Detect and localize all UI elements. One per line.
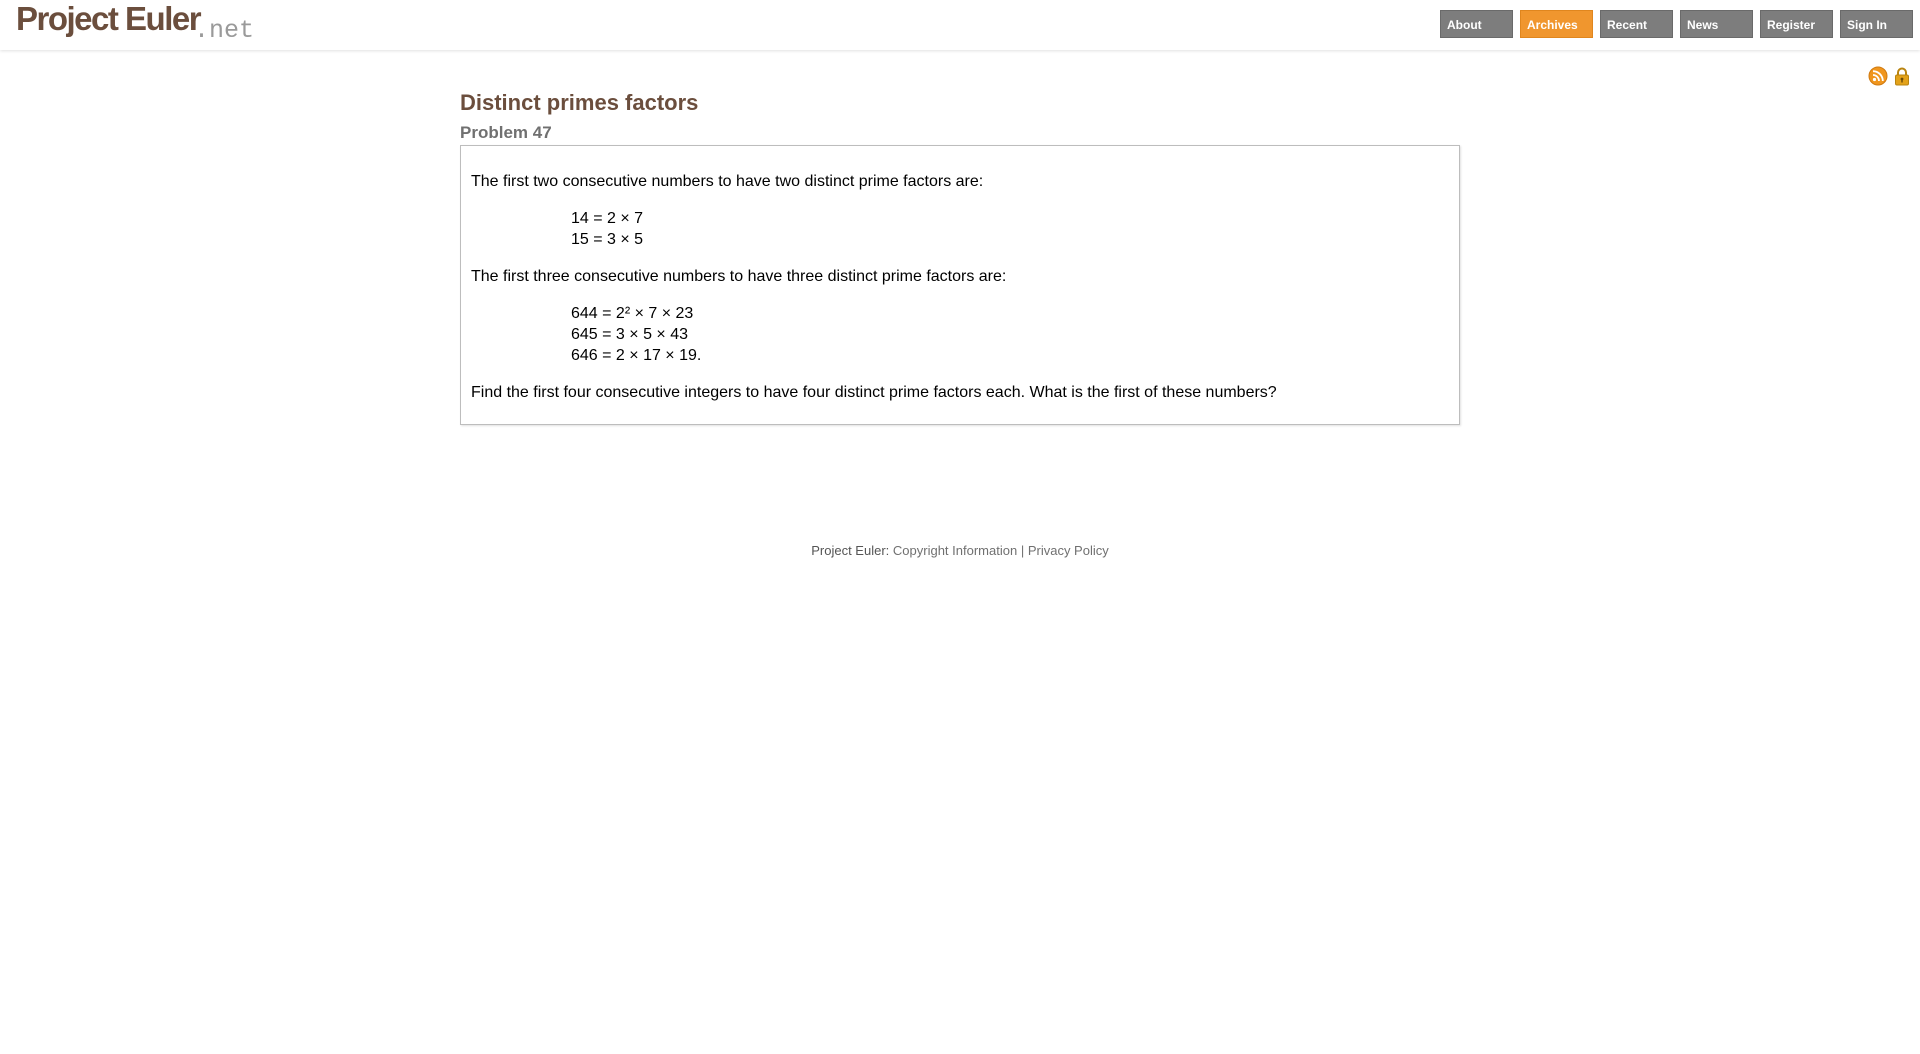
nav-about-button[interactable]: About: [1440, 10, 1513, 38]
equation-line: 646 = 2 × 17 × 19.: [571, 347, 702, 364]
equation-line: 645 = 3 × 5 × 43: [571, 326, 688, 343]
nav-sign-in-button[interactable]: Sign In: [1840, 10, 1913, 38]
footer-separator: |: [1020, 543, 1025, 558]
problem-content: Distinct primes factors Problem 47 The f…: [460, 90, 1460, 425]
nav-archives-button[interactable]: Archives: [1520, 10, 1593, 38]
footer-label: Project Euler:: [811, 543, 890, 558]
page-tools: [1868, 66, 1912, 86]
problem-title: Distinct primes factors: [460, 90, 699, 115]
nav-news-button[interactable]: News: [1680, 10, 1753, 38]
question-paragraph: Find the first four consecutive integers…: [471, 384, 1277, 401]
rss-icon[interactable]: [1868, 66, 1888, 86]
logo-suffix: .net: [194, 16, 255, 45]
main-nav: About Archives Recent News Register Sign…: [1440, 10, 1913, 38]
intro-three-paragraph: The first three consecutive numbers to h…: [471, 268, 1007, 285]
nav-recent-button[interactable]: Recent: [1600, 10, 1673, 38]
equation-line: 644 = 2² × 7 × 23: [571, 305, 694, 322]
intro-two-paragraph: The first two consecutive numbers to hav…: [471, 173, 984, 190]
problem-number: Problem 47: [460, 123, 552, 142]
two-factor-equations: 14 = 2 × 7 15 = 3 × 5: [571, 208, 1449, 250]
privacy-policy-link[interactable]: Privacy Policy: [1028, 543, 1109, 558]
nav-register-button[interactable]: Register: [1760, 10, 1833, 38]
three-factor-equations: 644 = 2² × 7 × 23 645 = 3 × 5 × 43 646 =…: [571, 303, 1449, 366]
site-header: Project Euler .net About Archives Recent…: [0, 0, 1920, 50]
site-footer: Project Euler: Copyright Information | P…: [0, 543, 1920, 558]
copyright-link[interactable]: Copyright Information: [893, 543, 1017, 558]
lock-icon[interactable]: [1892, 66, 1912, 86]
logo-name: Project Euler: [16, 0, 202, 37]
equation-line: 14 = 2 × 7: [571, 210, 644, 227]
problem-statement: The first two consecutive numbers to hav…: [460, 145, 1460, 425]
equation-line: 15 = 3 × 5: [571, 231, 644, 248]
